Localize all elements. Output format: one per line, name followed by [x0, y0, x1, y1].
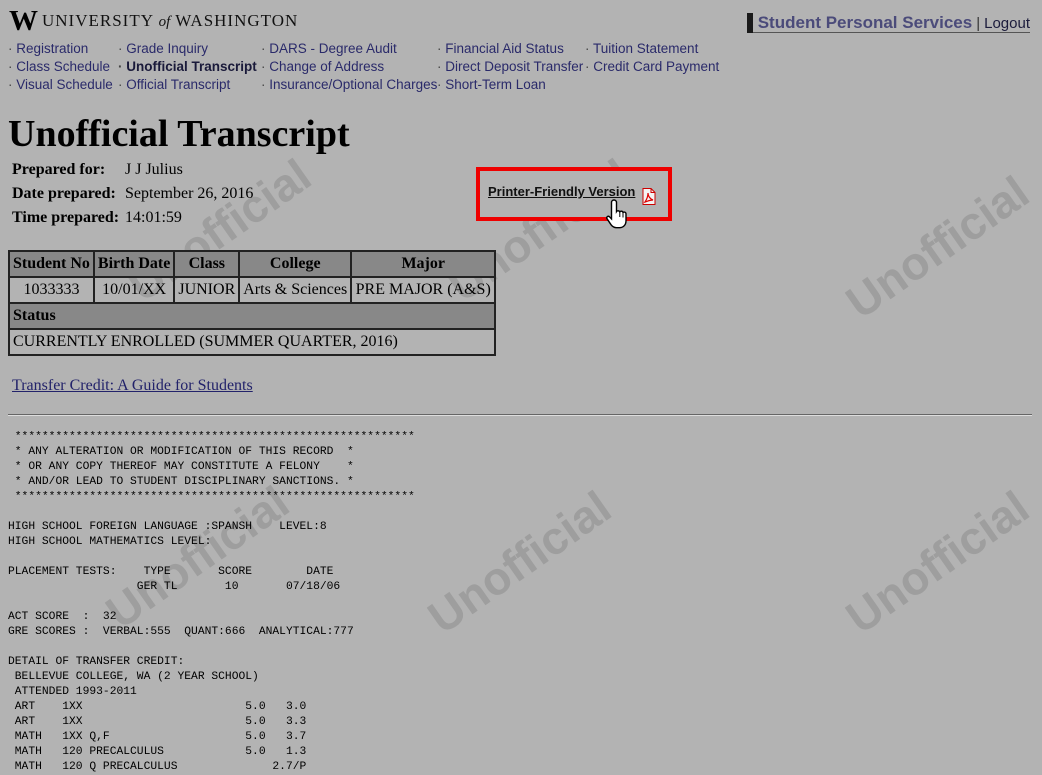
- class-cell: JUNIOR: [173, 276, 241, 304]
- nav-link-unofficial-transcript[interactable]: Unofficial Transcript: [118, 58, 257, 76]
- watermark: Unofficial: [836, 165, 1039, 329]
- nav-link-change-address[interactable]: Change of Address: [261, 58, 437, 76]
- prepared-for-label: Prepared for:: [12, 161, 106, 178]
- app-header: Student Personal Services | Logout: [746, 13, 1030, 33]
- student-no-cell: 1033333: [8, 276, 95, 304]
- nav-link-short-term-loan[interactable]: Short-Term Loan: [437, 76, 583, 94]
- printer-friendly-link[interactable]: Printer-Friendly Version: [488, 184, 635, 199]
- time-prepared-label: Time prepared:: [12, 209, 120, 226]
- nav-link-dars[interactable]: DARS - Degree Audit: [261, 40, 437, 58]
- table-row: 1033333 10/01/XX JUNIOR Arts & Sciences …: [8, 276, 497, 304]
- column-header: Class: [173, 250, 241, 278]
- table-header-row: Student No Birth Date Class College Majo…: [8, 250, 497, 278]
- date-prepared-label: Date prepared:: [12, 185, 116, 202]
- nav-column-4: Financial Aid Status Direct Deposit Tran…: [437, 40, 583, 94]
- nav-link-official-transcript[interactable]: Official Transcript: [118, 76, 257, 94]
- nav-link-tuition-statement[interactable]: Tuition Statement: [585, 40, 719, 58]
- nav-link-insurance[interactable]: Insurance/Optional Charges: [261, 76, 437, 94]
- transcript-body: ****************************************…: [8, 431, 415, 773]
- birth-date-cell: 10/01/XX: [92, 276, 176, 304]
- header-separator: |: [976, 14, 981, 32]
- status-row: CURRENTLY ENROLLED (SUMMER QUARTER, 2016…: [7, 328, 497, 356]
- column-header: Student No: [8, 250, 95, 278]
- nav-column-3: DARS - Degree Audit Change of Address In…: [261, 40, 437, 94]
- time-prepared-row: Time prepared: 14:01:59: [12, 209, 182, 227]
- watermark: Unofficial: [418, 480, 621, 644]
- pdf-icon[interactable]: [641, 188, 657, 210]
- status-header-row: Status: [7, 302, 497, 330]
- status-value: CURRENTLY ENROLLED (SUMMER QUARTER, 2016…: [7, 328, 497, 356]
- nav-link-visual-schedule[interactable]: Visual Schedule: [8, 76, 113, 94]
- nav-link-direct-deposit[interactable]: Direct Deposit Transfer: [437, 58, 583, 76]
- status-header: Status: [7, 302, 497, 330]
- logout-link[interactable]: Logout: [984, 15, 1030, 32]
- nav-link-financial-aid[interactable]: Financial Aid Status: [437, 40, 583, 58]
- nav-link-registration[interactable]: Registration: [8, 40, 113, 58]
- column-header: Birth Date: [92, 250, 176, 278]
- hand-cursor-icon: [606, 198, 634, 235]
- date-prepared-row: Date prepared: September 26, 2016: [12, 185, 253, 203]
- uw-w-logo: W: [9, 5, 38, 37]
- column-header: College: [238, 250, 353, 278]
- section-divider: [8, 414, 1032, 416]
- column-header: Major: [350, 250, 497, 278]
- page-title: Unofficial Transcript: [8, 113, 350, 155]
- time-prepared-value: 14:01:59: [125, 209, 182, 226]
- nav-column-2: Grade Inquiry Unofficial Transcript Offi…: [118, 40, 257, 94]
- app-title[interactable]: Student Personal Services: [758, 13, 972, 33]
- nav-link-grade-inquiry[interactable]: Grade Inquiry: [118, 40, 257, 58]
- major-cell: PRE MAJOR (A&S): [350, 276, 497, 304]
- prepared-for-row: Prepared for: J J Julius: [12, 161, 183, 179]
- logo-wordmark: UNIVERSITY of WASHINGTON: [42, 11, 299, 30]
- watermark: Unofficial: [836, 480, 1039, 644]
- nav-column-1: Registration Class Schedule Visual Sched…: [8, 40, 113, 94]
- college-cell: Arts & Sciences: [238, 276, 353, 304]
- prepared-for-value: J J Julius: [125, 161, 183, 178]
- date-prepared-value: September 26, 2016: [125, 185, 254, 202]
- nav-link-credit-card-payment[interactable]: Credit Card Payment: [585, 58, 719, 76]
- student-info-table: Student No Birth Date Class College Majo…: [7, 250, 497, 356]
- nav-link-class-schedule[interactable]: Class Schedule: [8, 58, 113, 76]
- header-accent-bar: [746, 13, 753, 33]
- transfer-credit-guide-link[interactable]: Transfer Credit: A Guide for Students: [12, 377, 253, 395]
- header-divider: [753, 32, 1030, 33]
- nav-column-5: Tuition Statement Credit Card Payment: [585, 40, 719, 76]
- uw-logo[interactable]: W UNIVERSITY of WASHINGTON: [9, 5, 299, 37]
